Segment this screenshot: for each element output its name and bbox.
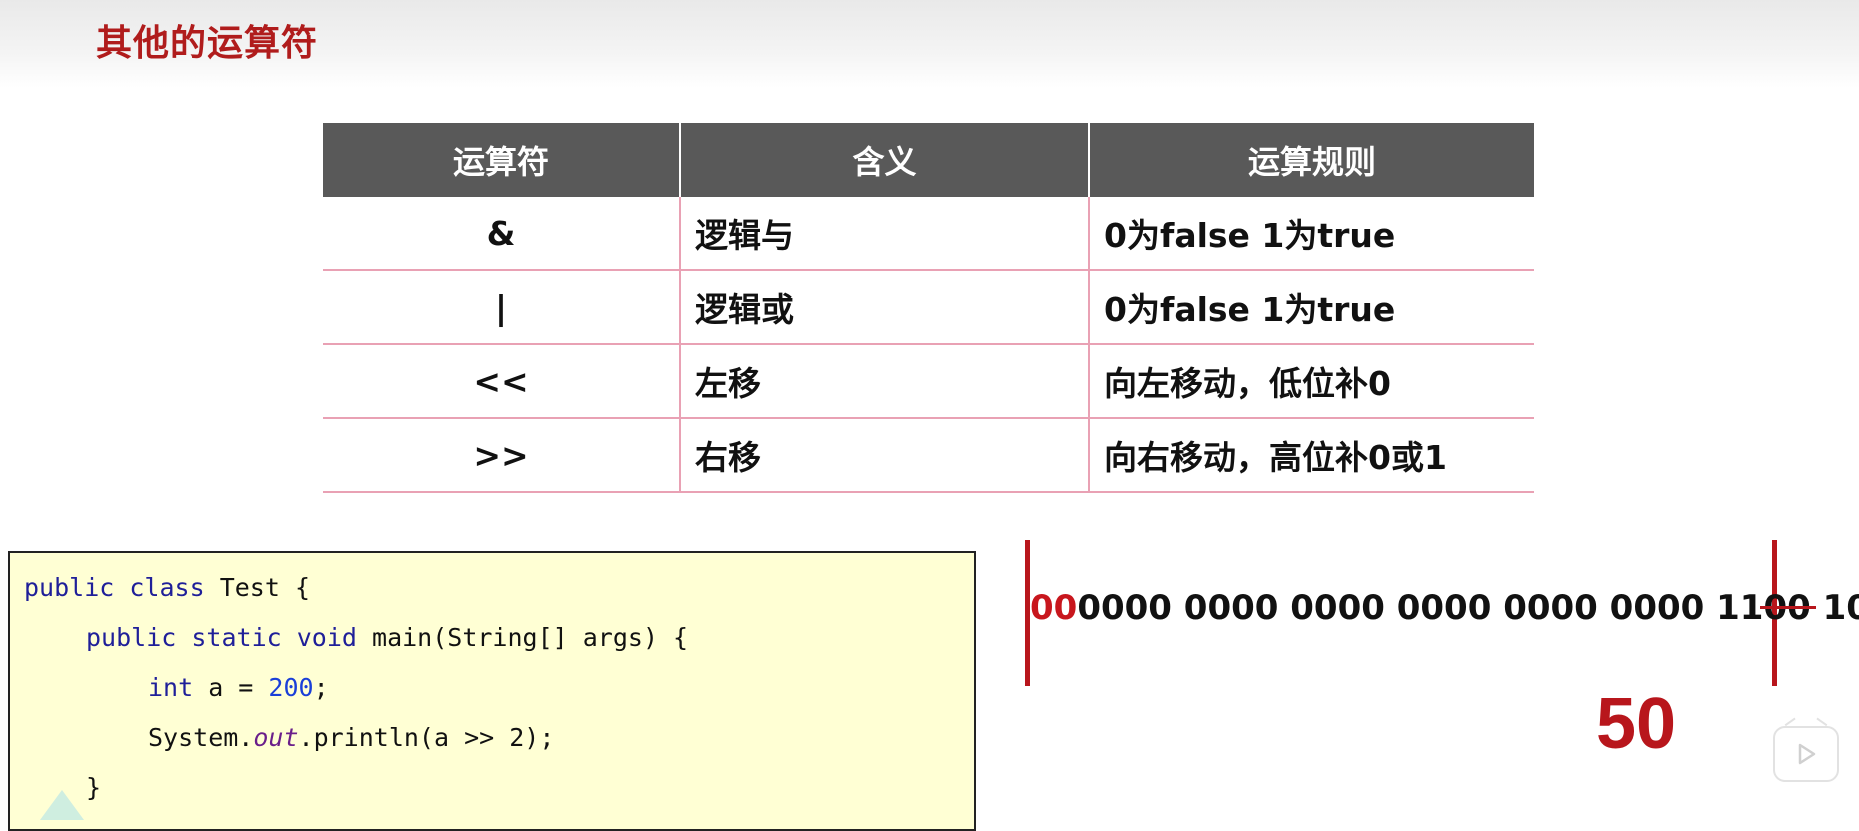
- play-button-ear-left: [1784, 717, 1802, 735]
- code-keyword: static: [191, 623, 282, 652]
- code-text: .println(a >> 2);: [298, 723, 555, 752]
- column-header-operator: 运算符: [323, 123, 681, 197]
- decorative-triangle: [40, 790, 84, 820]
- table-row: & 逻辑与 0为false 1为true: [323, 197, 1534, 271]
- code-text: System.: [148, 723, 254, 752]
- operator-rule: 向左移动，低位补0: [1089, 344, 1534, 419]
- code-keyword: class: [129, 573, 205, 602]
- code-text: ;: [313, 673, 329, 702]
- code-field: out: [253, 723, 299, 752]
- operator-rule: 0为false 1为true: [1089, 197, 1534, 271]
- code-line-4: System.out.println(a >> 2);: [148, 723, 554, 752]
- operator-meaning: 右移: [680, 418, 1090, 493]
- code-keyword: public: [24, 573, 115, 602]
- operator-symbol: |: [323, 270, 681, 345]
- operator-symbol: >>: [323, 418, 681, 493]
- play-button-ear-right: [1810, 717, 1828, 735]
- table-header-row: 运算符 含义 运算规则: [323, 123, 1534, 197]
- operator-table: 运算符 含义 运算规则 & 逻辑与 0为false 1为true | 逻辑或 0…: [323, 123, 1534, 493]
- operator-rule: 0为false 1为true: [1089, 270, 1534, 345]
- operator-symbol: &: [323, 197, 681, 271]
- code-text: Test {: [204, 573, 310, 602]
- shifted-in-bits: 00: [1030, 588, 1078, 628]
- code-line-5: }: [86, 773, 102, 802]
- code-line-1: public class Test {: [24, 573, 310, 602]
- column-header-rule: 运算规则: [1089, 123, 1534, 197]
- code-line-3: int a = 200;: [148, 673, 329, 702]
- operator-meaning: 逻辑与: [680, 197, 1090, 271]
- code-text: a =: [193, 673, 269, 702]
- operator-meaning: 逻辑或: [680, 270, 1090, 345]
- page-title: 其他的运算符: [96, 23, 319, 64]
- table-row: | 逻辑或 0为false 1为true: [323, 270, 1534, 345]
- operator-symbol: <<: [323, 344, 681, 419]
- column-header-meaning: 含义: [680, 123, 1090, 197]
- code-keyword: void: [296, 623, 357, 652]
- code-number: 200: [268, 673, 314, 702]
- operator-rule: 向右移动，高位补0或1: [1089, 418, 1534, 493]
- code-line-2: public static void main(String[] args) {: [86, 623, 688, 652]
- binary-representation: 000000 0000 0000 0000 0000 0000 1100 100…: [1030, 588, 1859, 628]
- play-icon: [1798, 743, 1816, 765]
- operator-meaning: 左移: [680, 344, 1090, 419]
- play-button[interactable]: [1773, 717, 1839, 782]
- code-text: main(String[] args) {: [356, 623, 689, 652]
- shift-result: 50: [1596, 684, 1677, 764]
- binary-bits: 0000 0000 0000 0000 0000 0000 1100 1000: [1077, 588, 1859, 628]
- table-row: << 左移 向左移动，低位补0: [323, 344, 1534, 419]
- code-example-box: public class Test { public static void m…: [8, 551, 976, 831]
- code-keyword: int: [148, 673, 194, 702]
- table-row: >> 右移 向右移动，高位补0或1: [323, 418, 1534, 493]
- discarded-bits-strike: [1760, 606, 1816, 609]
- code-keyword: public: [86, 623, 177, 652]
